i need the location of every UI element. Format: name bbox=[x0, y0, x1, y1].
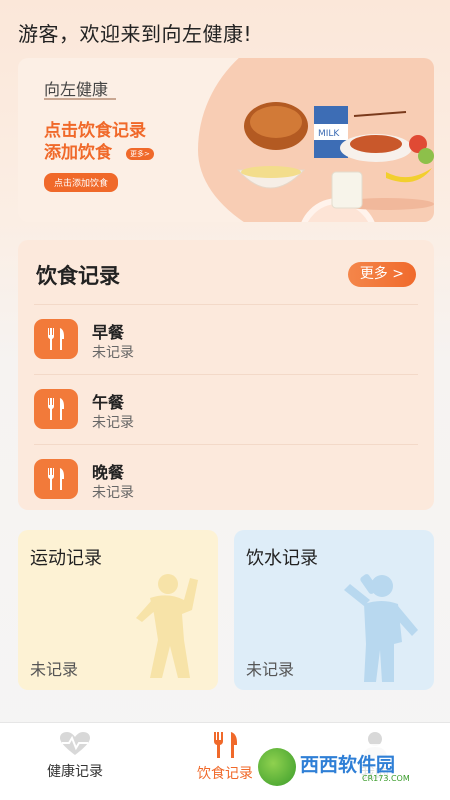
diet-banner[interactable]: 向左健康 点击饮食记录 添加饮食 更多> 点击添加饮食 MILK bbox=[18, 58, 434, 222]
meal-row-dinner[interactable]: 晚餐 未记录 bbox=[34, 444, 418, 512]
drinking-person-icon bbox=[344, 574, 418, 682]
watermark-subtext: CR173.COM bbox=[362, 774, 410, 783]
food-illustration: MILK bbox=[236, 102, 434, 210]
meal-row-lunch[interactable]: 午餐 未记录 bbox=[34, 374, 418, 442]
meal-row-breakfast[interactable]: 早餐 未记录 bbox=[34, 304, 418, 372]
water-record-status: 未记录 bbox=[246, 660, 295, 679]
sport-record-card[interactable]: 运动记录 未记录 bbox=[18, 530, 218, 690]
meal-name: 早餐 bbox=[92, 323, 125, 342]
site-watermark: 西西软件园 CR173.COM bbox=[252, 744, 442, 790]
add-diet-cta-button[interactable]: 点击添加饮食 bbox=[44, 173, 119, 192]
greeting-text: 游客，欢迎来到向左健康! bbox=[18, 22, 253, 46]
brand-logo: 向左健康 bbox=[44, 80, 109, 99]
meal-status: 未记录 bbox=[92, 415, 134, 431]
water-record-title: 饮水记录 bbox=[246, 548, 318, 569]
banner-more-tag: 更多> bbox=[126, 148, 154, 160]
stretching-person-icon bbox=[136, 574, 198, 678]
watermark-logo-icon bbox=[258, 748, 296, 786]
fork-knife-icon bbox=[213, 732, 237, 758]
sport-record-title: 运动记录 bbox=[30, 548, 102, 569]
sport-record-status: 未记录 bbox=[30, 660, 79, 679]
tab-health-record[interactable]: 健康记录 bbox=[25, 731, 125, 781]
banner-headline-line1: 点击饮食记录 bbox=[44, 121, 146, 141]
fork-knife-icon bbox=[34, 319, 78, 359]
meal-name: 晚餐 bbox=[92, 463, 125, 482]
meal-status: 未记录 bbox=[92, 485, 134, 501]
svg-text:MILK: MILK bbox=[318, 129, 340, 139]
meal-name: 午餐 bbox=[92, 393, 125, 412]
meal-status: 未记录 bbox=[92, 345, 134, 361]
watermark-text: 西西软件园 bbox=[300, 754, 396, 776]
diet-record-card: 饮食记录 更多 > 早餐 未记录 午餐 未记录 晚餐 未记录 bbox=[18, 240, 434, 510]
fork-knife-icon bbox=[34, 459, 78, 499]
water-record-card[interactable]: 饮水记录 未记录 bbox=[234, 530, 434, 690]
logo-underline bbox=[44, 98, 116, 100]
fork-knife-icon bbox=[34, 389, 78, 429]
heartbeat-icon bbox=[60, 732, 90, 755]
diet-more-button[interactable]: 更多 > bbox=[347, 262, 416, 287]
tab-label: 健康记录 bbox=[47, 764, 103, 780]
diet-record-title: 饮食记录 bbox=[36, 264, 120, 288]
